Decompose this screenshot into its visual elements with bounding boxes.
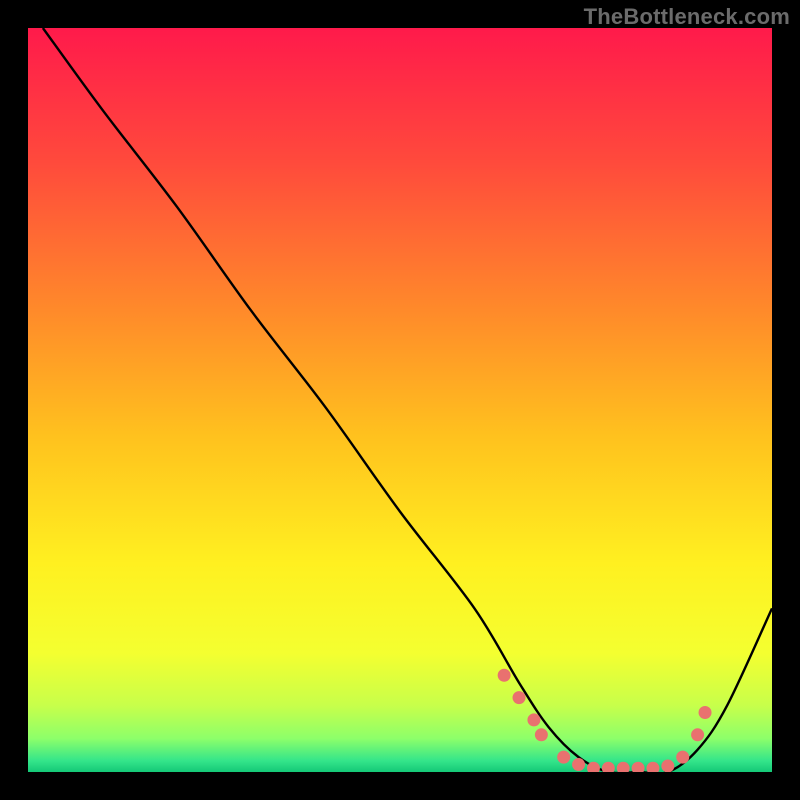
marker-dot (535, 728, 548, 741)
marker-dot (691, 728, 704, 741)
marker-dot (513, 691, 526, 704)
watermark-text: TheBottleneck.com (584, 4, 790, 30)
chart-frame: TheBottleneck.com (0, 0, 800, 800)
plot-area (28, 28, 772, 772)
marker-dot (699, 706, 712, 719)
marker-dot (676, 751, 689, 764)
marker-dot (557, 751, 570, 764)
marker-dot (527, 713, 540, 726)
gradient-background (28, 28, 772, 772)
marker-dot (661, 760, 674, 772)
chart-svg (28, 28, 772, 772)
marker-dot (498, 669, 511, 682)
marker-dot (572, 758, 585, 771)
